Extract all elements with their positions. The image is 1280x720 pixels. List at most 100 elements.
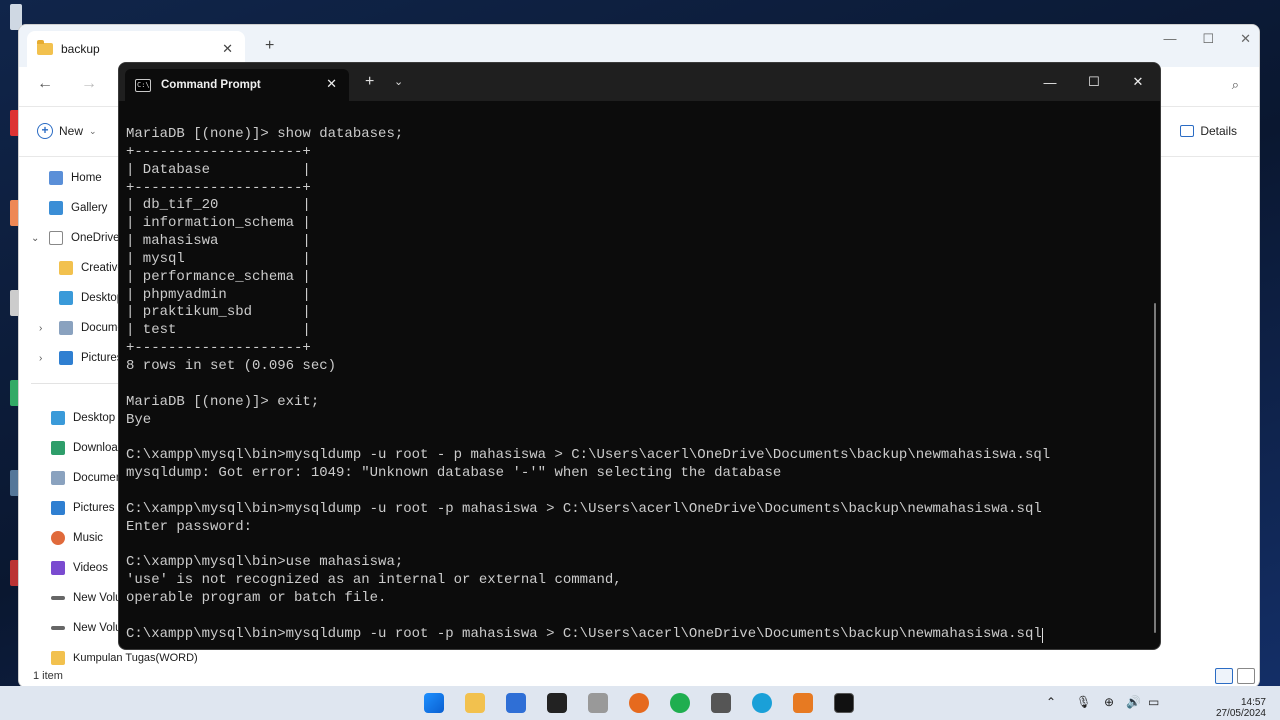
terminal-titlebar: C:\ Command Prompt ✕ + ⌄ — ☐ ✕ xyxy=(119,63,1160,101)
console-line: C:\xampp\mysql\bin>use mahasiswa; xyxy=(126,554,1146,572)
details-button[interactable]: Details xyxy=(1180,124,1237,138)
terminal-tab[interactable]: C:\ Command Prompt ✕ xyxy=(125,69,349,101)
console-line-text: MariaDB [(none)]> exit; xyxy=(126,393,320,410)
sidebar-item-label: Desktop xyxy=(81,292,124,304)
sidebar-item-creative[interactable]: Creative xyxy=(59,261,124,275)
chevron-down-icon[interactable]: ⌄ xyxy=(31,233,39,244)
sidebar-item-kumpulan-tugas[interactable]: Kumpulan Tugas(WORD) xyxy=(51,651,198,665)
console-output[interactable]: MariaDB [(none)]> show databases; +------… xyxy=(126,126,1146,643)
gallery-icon xyxy=(49,201,63,215)
sidebar-item-label: Pictures xyxy=(73,502,115,514)
back-button[interactable]: ← xyxy=(37,75,53,93)
command-prompt-window: C:\ Command Prompt ✕ + ⌄ — ☐ ✕ MariaDB [… xyxy=(118,62,1161,650)
details-pane-icon xyxy=(1180,125,1195,137)
sidebar-divider xyxy=(31,383,131,384)
store-icon[interactable] xyxy=(506,693,526,713)
status-bar: 1 item xyxy=(19,665,1259,687)
sidebar-item-downloads[interactable]: Download xyxy=(51,441,124,455)
language-icon[interactable]: ⊕ xyxy=(1104,695,1114,709)
sidebar-item-desktop[interactable]: Desktop xyxy=(59,291,123,305)
console-line-text: +--------------------+ xyxy=(126,143,311,160)
minimize-button[interactable]: — xyxy=(1028,63,1072,101)
sidebar-item-new-volume-1[interactable]: New Volu xyxy=(51,591,122,605)
console-line-text: | information_schema | xyxy=(126,215,311,232)
console-line: MariaDB [(none)]> show databases; xyxy=(126,126,1146,144)
console-line-text: | db_tif_20 | xyxy=(126,197,311,214)
file-explorer-icon[interactable] xyxy=(465,693,485,713)
folder-icon xyxy=(37,40,53,55)
firefox-icon[interactable] xyxy=(629,693,649,713)
command-prompt-icon: C:\ xyxy=(135,78,151,92)
sidebar-item-desktop-quick[interactable]: Desktop xyxy=(51,411,115,425)
terminal-icon[interactable] xyxy=(834,693,854,713)
console-line-text: C:\xampp\mysql\bin>use mahasiswa; xyxy=(126,554,404,571)
maximize-button[interactable]: ☐ xyxy=(1072,63,1116,101)
chevron-up-icon[interactable]: ⌃ xyxy=(1046,695,1056,709)
clock[interactable]: 14:57 27/05/2024 xyxy=(1216,697,1266,719)
console-line: | mahasiswa | xyxy=(126,233,1146,251)
console-line: operable program or batch file. xyxy=(126,590,1146,608)
sidebar-item-music[interactable]: Music xyxy=(51,531,103,545)
home-icon xyxy=(49,171,63,185)
whatsapp-icon[interactable] xyxy=(670,693,690,713)
close-tab-icon[interactable]: ✕ xyxy=(326,76,337,92)
sidebar-item-videos[interactable]: Videos xyxy=(51,561,108,575)
edge-icon[interactable] xyxy=(752,693,772,713)
console-line-text: | test | xyxy=(126,322,311,339)
console-line: 8 rows in set (0.096 sec) xyxy=(126,358,1146,376)
app-icon[interactable] xyxy=(711,693,731,713)
drive-icon xyxy=(51,626,65,630)
console-line: C:\xampp\mysql\bin>mysqldump -u root -p … xyxy=(126,626,1146,644)
new-tab-button[interactable]: + xyxy=(265,37,274,55)
console-line: | db_tif_20 | xyxy=(126,197,1146,215)
console-line-text: Bye xyxy=(126,411,152,428)
chevron-down-icon: ⌄ xyxy=(89,125,97,136)
scrollbar[interactable] xyxy=(1154,303,1156,633)
console-line: C:\xampp\mysql\bin>mysqldump -u root - p… xyxy=(126,447,1146,465)
maximize-button[interactable]: ☐ xyxy=(1202,31,1214,47)
search-icon[interactable]: ⌕ xyxy=(1232,77,1239,93)
console-line-text: | praktikum_sbd | xyxy=(126,304,311,321)
amazon-icon[interactable] xyxy=(588,693,608,713)
chevron-down-icon[interactable]: ⌄ xyxy=(394,75,403,88)
console-line: Bye xyxy=(126,412,1146,430)
volume-icon[interactable]: 🔊 xyxy=(1126,695,1141,709)
sidebar-item-pictures-quick[interactable]: Pictures xyxy=(51,501,115,515)
console-line-text: operable program or batch file. xyxy=(126,589,387,606)
console-line: +--------------------+ xyxy=(126,340,1146,358)
chevron-right-icon[interactable]: › xyxy=(39,353,42,364)
dropbox-icon[interactable] xyxy=(547,693,567,713)
console-line-text: 'use' is not recognized as an internal o… xyxy=(126,572,622,589)
sidebar-item-onedrive[interactable]: OneDrive xyxy=(49,231,120,245)
sidebar-item-gallery[interactable]: Gallery xyxy=(49,201,107,215)
sidebar-item-pictures[interactable]: Pictures xyxy=(59,351,123,365)
console-line: | praktikum_sbd | xyxy=(126,304,1146,322)
battery-icon[interactable]: ▭ xyxy=(1148,695,1159,709)
sidebar-item-home[interactable]: Home xyxy=(49,171,102,185)
start-icon[interactable] xyxy=(424,693,444,713)
close-button[interactable]: ✕ xyxy=(1116,63,1160,101)
details-view-icon[interactable] xyxy=(1215,668,1233,684)
forward-button[interactable]: → xyxy=(81,75,97,93)
sidebar-item-documents[interactable]: Docume xyxy=(59,321,124,335)
sidebar-item-label: New Volu xyxy=(73,622,122,634)
sidebar-item-label: Kumpulan Tugas(WORD) xyxy=(73,652,198,664)
new-button[interactable]: + New ⌄ xyxy=(37,123,97,139)
documents-icon xyxy=(51,471,65,485)
microphone-icon[interactable]: 🎙 xyxy=(1076,695,1091,709)
sidebar-item-documents-quick[interactable]: Documen xyxy=(51,471,122,485)
minimize-button[interactable]: — xyxy=(1163,31,1176,47)
chevron-right-icon[interactable]: › xyxy=(39,323,42,334)
item-count: 1 item xyxy=(33,670,63,682)
music-icon xyxy=(51,531,65,545)
close-tab-icon[interactable]: ✕ xyxy=(222,41,233,57)
tiles-view-icon[interactable] xyxy=(1237,668,1255,684)
sidebar-item-label: Gallery xyxy=(71,202,108,214)
console-line-text: | performance_schema | xyxy=(126,268,311,285)
sidebar-item-new-volume-2[interactable]: New Volu xyxy=(51,621,122,635)
clock-date: 27/05/2024 xyxy=(1215,708,1266,719)
new-tab-button[interactable]: + xyxy=(365,73,374,91)
xampp-icon[interactable] xyxy=(793,693,813,713)
close-button[interactable]: ✕ xyxy=(1240,31,1251,47)
